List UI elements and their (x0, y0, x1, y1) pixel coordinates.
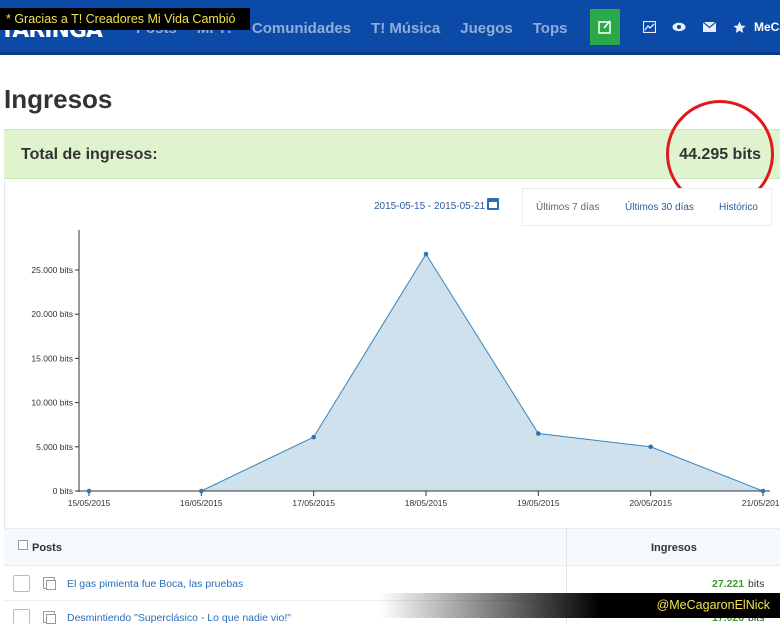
new-post-icon (598, 20, 611, 34)
overlay-caption: * Gracias a T! Creadores Mi Vida Cambió (0, 8, 250, 30)
user-toolbar: MeCa (590, 8, 780, 46)
table-header: Posts Ingresos (4, 528, 780, 567)
post-income-amount: 27.221 (712, 578, 745, 590)
post-title-link[interactable]: Desmintiendo "Superclásico - Lo que nadi… (67, 612, 291, 624)
overlay-watermark: @MeCagaronElNick (380, 593, 780, 618)
messages-button[interactable] (694, 9, 724, 45)
post-title-link[interactable]: El gas pimienta fue Boca, las pruebas (67, 578, 243, 590)
overlay-caption-text: * Gracias a T! Creadores Mi Vida Cambió (6, 12, 236, 26)
stats-button[interactable] (634, 9, 664, 45)
post-icon (43, 611, 56, 624)
favorites-button[interactable] (724, 9, 754, 45)
total-income-bar: Total de ingresos: 44.295 bits (4, 129, 780, 179)
column-header-posts: Posts (32, 542, 62, 554)
tab-last-7-days[interactable]: Últimos 7 días (536, 202, 599, 213)
select-all-checkbox[interactable] (18, 540, 28, 550)
user-menu[interactable]: MeCa (754, 20, 780, 34)
nav-musica[interactable]: T! Música (371, 20, 440, 37)
mail-icon (702, 22, 716, 32)
date-range-picker[interactable]: 2015-05-15 - 2015-05-21 (374, 201, 485, 212)
column-divider (566, 529, 567, 567)
row-checkbox[interactable] (13, 609, 30, 624)
nav-juegos[interactable]: Juegos (460, 20, 513, 37)
post-income-unit: bits (748, 578, 765, 590)
nav-tops[interactable]: Tops (533, 20, 568, 37)
tab-last-30-days[interactable]: Últimos 30 días (625, 202, 694, 213)
chart-panel: 2015-05-15 - 2015-05-21 Últimos 7 días Ú… (4, 180, 780, 528)
range-tabs: Últimos 7 días Últimos 30 días Histórico (522, 188, 772, 226)
monitor-button[interactable] (664, 9, 694, 45)
tab-historic[interactable]: Histórico (719, 202, 758, 213)
overlay-watermark-text: @MeCagaronElNick (656, 598, 770, 612)
page-title: Ingresos (4, 84, 113, 114)
column-header-ingresos: Ingresos (651, 542, 697, 554)
post-icon (43, 577, 56, 590)
eye-icon (672, 22, 686, 32)
calendar-icon[interactable] (487, 198, 499, 210)
new-post-button[interactable] (590, 9, 620, 45)
total-income-label: Total de ingresos: (21, 146, 158, 163)
row-checkbox[interactable] (13, 575, 30, 592)
nav-comunidades[interactable]: Comunidades (252, 20, 351, 37)
stats-icon (642, 21, 656, 33)
star-icon (732, 21, 746, 33)
